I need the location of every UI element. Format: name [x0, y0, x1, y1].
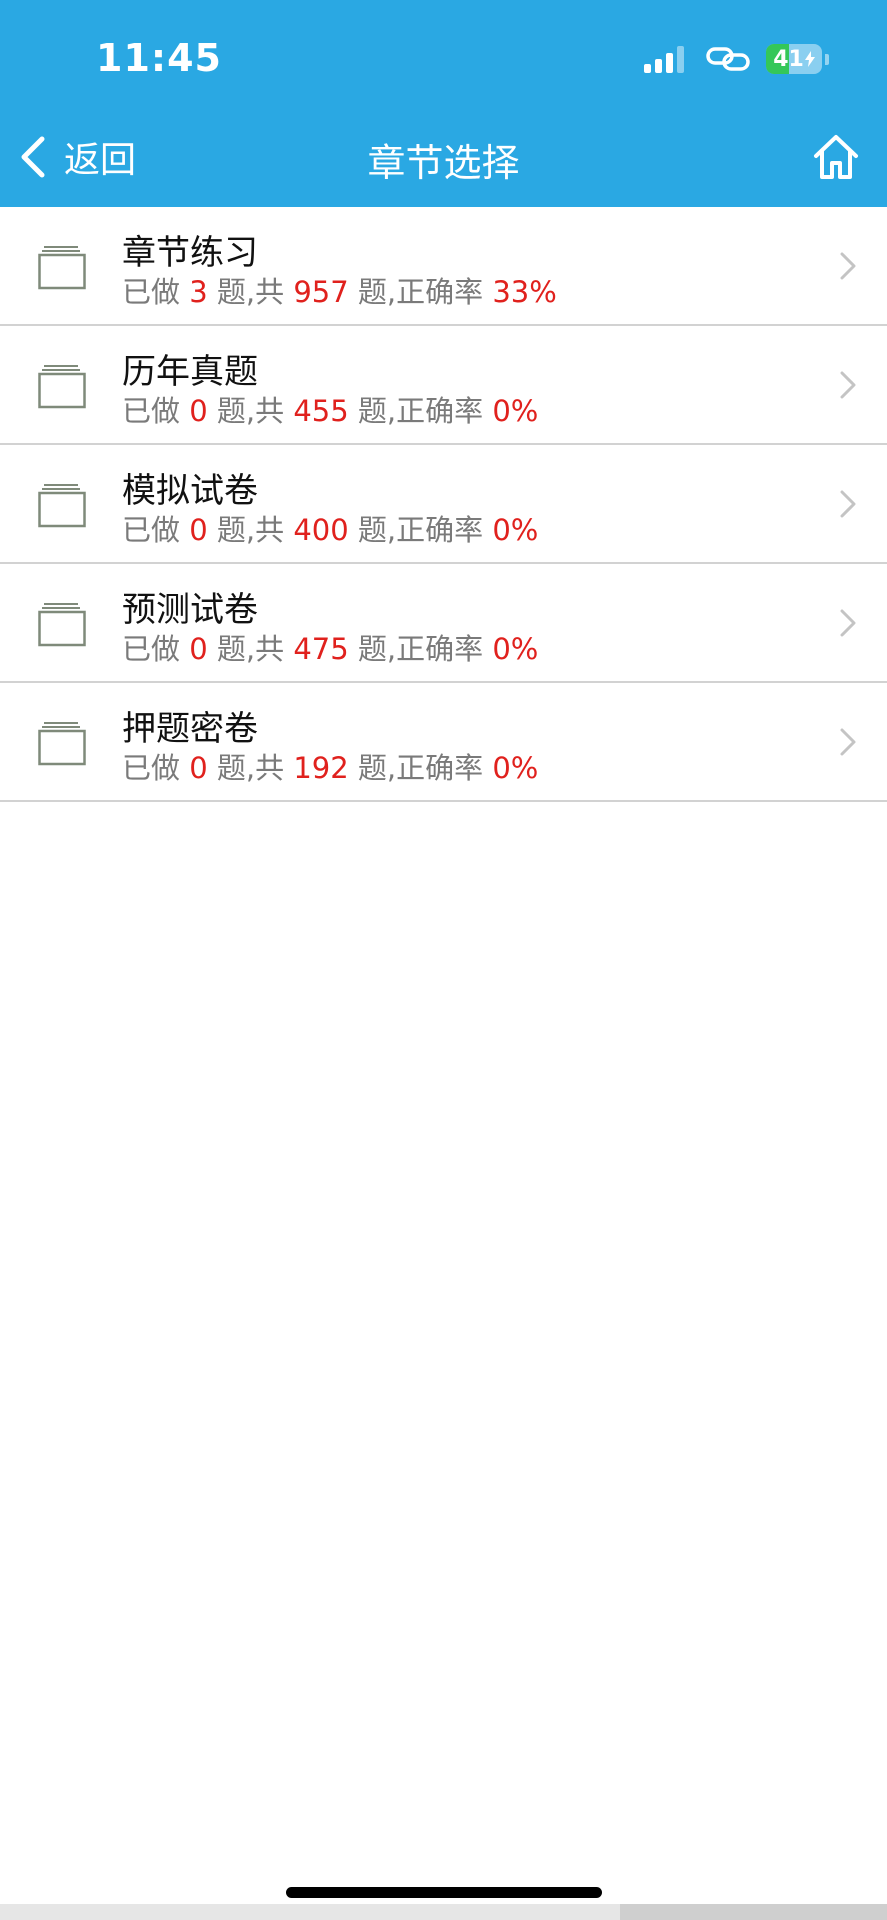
chevron-right-icon — [840, 609, 856, 637]
item-stats: 已做 0 题,共 192 题,正确率 0% — [122, 745, 538, 787]
item-stats: 已做 0 题,共 400 题,正确率 0% — [122, 507, 538, 549]
stats-done-label: 已做 — [122, 751, 190, 785]
accuracy-rate: 0% — [492, 751, 539, 785]
status-icons: 41 — [644, 42, 829, 76]
chevron-right-icon — [840, 252, 856, 280]
battery-level: 41 — [773, 46, 804, 72]
folder-icon — [38, 722, 86, 766]
stats-rate-label: 题,正确率 — [348, 751, 493, 785]
folder-icon — [38, 246, 86, 290]
stats-rate-label: 题,正确率 — [348, 632, 493, 666]
done-count: 0 — [189, 632, 208, 666]
list-item-chapter-practice[interactable]: 章节练习 已做 3 题,共 957 题,正确率 33% — [0, 207, 887, 326]
stats-done-label: 已做 — [122, 632, 190, 666]
list-item-mock-papers[interactable]: 模拟试卷 已做 0 题,共 400 题,正确率 0% — [0, 445, 887, 564]
folder-icon — [38, 603, 86, 647]
folder-icon — [38, 484, 86, 528]
chevron-right-icon — [840, 728, 856, 756]
folder-icon — [38, 365, 86, 409]
list-item-past-exams[interactable]: 历年真题 已做 0 题,共 455 题,正确率 0% — [0, 326, 887, 445]
bottom-strip-shade — [620, 1904, 887, 1920]
charging-bolt-icon — [804, 51, 815, 67]
done-count: 3 — [189, 275, 208, 309]
item-stats: 已做 3 题,共 957 题,正确率 33% — [122, 269, 557, 311]
item-title: 章节练习 — [122, 233, 258, 273]
stats-done-label: 已做 — [122, 513, 190, 547]
stats-total-label: 题,共 — [207, 632, 294, 666]
stats-total-label: 题,共 — [207, 751, 294, 785]
chevron-right-icon — [840, 490, 856, 518]
item-title: 模拟试卷 — [122, 471, 258, 511]
chevron-right-icon — [840, 371, 856, 399]
home-icon — [814, 135, 858, 179]
total-count: 475 — [293, 632, 349, 666]
page-title: 章节选择 — [367, 141, 520, 185]
stats-rate-label: 题,正确率 — [348, 275, 493, 309]
accuracy-rate: 0% — [492, 394, 539, 428]
stats-total-label: 题,共 — [207, 394, 294, 428]
item-stats: 已做 0 题,共 455 题,正确率 0% — [122, 388, 538, 430]
item-title: 预测试卷 — [122, 590, 258, 630]
battery-icon: 41 — [766, 44, 829, 74]
stats-done-label: 已做 — [122, 275, 190, 309]
done-count: 0 — [189, 751, 208, 785]
status-time: 11:45 — [96, 36, 222, 80]
stats-done-label: 已做 — [122, 394, 190, 428]
stats-rate-label: 题,正确率 — [348, 394, 493, 428]
stats-total-label: 题,共 — [207, 513, 294, 547]
done-count: 0 — [189, 394, 208, 428]
accuracy-rate: 0% — [492, 513, 539, 547]
stats-rate-label: 题,正确率 — [348, 513, 493, 547]
total-count: 400 — [293, 513, 349, 547]
accuracy-rate: 33% — [492, 275, 557, 309]
done-count: 0 — [189, 513, 208, 547]
item-title: 历年真题 — [122, 352, 258, 392]
chapter-list: 章节练习 已做 3 题,共 957 题,正确率 33% 历年真题 已做 0 题,共 4… — [0, 207, 887, 802]
total-count: 957 — [293, 275, 349, 309]
home-button[interactable] — [811, 132, 861, 182]
app-header: 11:45 41 返回 章节选择 — [0, 0, 887, 207]
item-stats: 已做 0 题,共 475 题,正确率 0% — [122, 626, 538, 668]
personal-hotspot-icon — [706, 47, 750, 71]
stats-total-label: 题,共 — [207, 275, 294, 309]
cellular-signal-icon — [644, 45, 688, 73]
list-item-secret-papers[interactable]: 押题密卷 已做 0 题,共 192 题,正确率 0% — [0, 683, 887, 802]
total-count: 192 — [293, 751, 349, 785]
accuracy-rate: 0% — [492, 632, 539, 666]
total-count: 455 — [293, 394, 349, 428]
list-item-prediction-papers[interactable]: 预测试卷 已做 0 题,共 475 题,正确率 0% — [0, 564, 887, 683]
item-title: 押题密卷 — [122, 709, 258, 749]
home-indicator[interactable] — [286, 1887, 602, 1898]
